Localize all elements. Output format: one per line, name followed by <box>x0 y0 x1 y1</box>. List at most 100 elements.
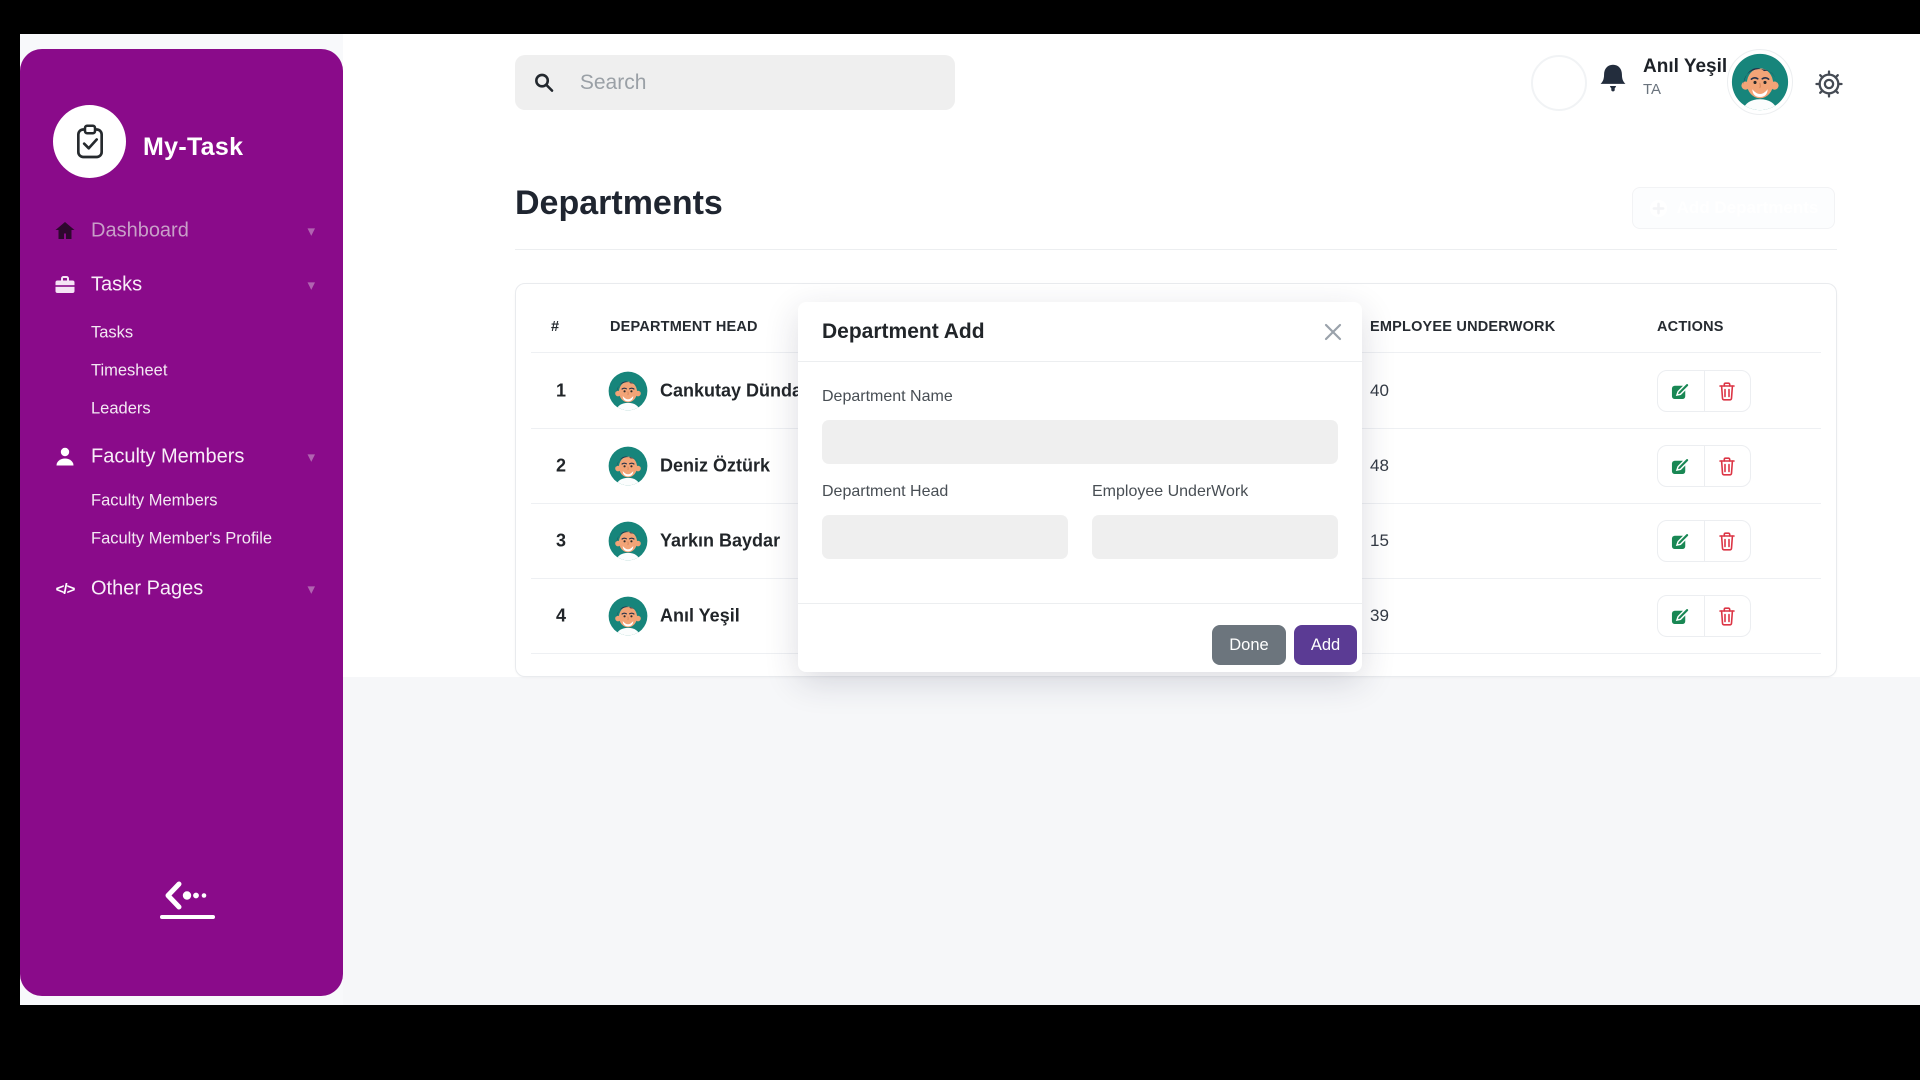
col-header-department-head: DEPARTMENT HEAD <box>610 319 758 335</box>
sidebar-collapse-button[interactable] <box>164 881 212 911</box>
edit-button[interactable] <box>1658 596 1704 636</box>
modal-close-button[interactable] <box>1320 319 1346 345</box>
search-icon <box>533 70 556 96</box>
modal-footer-divider <box>798 603 1362 604</box>
chevron-left-icon <box>164 881 212 911</box>
delete-button[interactable] <box>1704 521 1751 561</box>
row-index: 4 <box>556 605 566 626</box>
done-button[interactable]: Done <box>1212 625 1286 665</box>
person-icon <box>50 442 80 472</box>
trash-icon <box>1718 606 1736 626</box>
row-index: 3 <box>556 530 566 551</box>
add-departments-button[interactable]: Add Departments <box>1632 187 1835 229</box>
trash-icon <box>1718 456 1736 476</box>
employee-underwork-label: Employee UnderWork <box>1092 483 1248 501</box>
content-area-lower <box>343 677 1920 1005</box>
delete-button[interactable] <box>1704 371 1751 411</box>
sidebar-item-faculty-members[interactable]: Faculty Members ▾ <box>20 437 343 477</box>
chevron-down-icon: ▾ <box>307 448 315 466</box>
employee-underwork-value: 15 <box>1370 531 1389 551</box>
sidebar: My-Task Dashboard ▾ Tasks ▾ Tasks Timesh… <box>20 49 343 996</box>
sidebar-subitem-timesheet[interactable]: Timesheet <box>20 356 343 386</box>
sidebar-subitem-leaders[interactable]: Leaders <box>20 394 343 424</box>
notifications-button[interactable] <box>1596 61 1632 101</box>
app-logo[interactable] <box>53 105 126 178</box>
sidebar-item-label: Dashboard <box>91 220 189 243</box>
sidebar-item-label: Tasks <box>91 274 142 297</box>
clipboard-check-icon <box>70 122 110 162</box>
trash-icon <box>1718 531 1736 551</box>
department-head-input[interactable] <box>822 515 1068 559</box>
search-bar <box>515 55 955 110</box>
sidebar-subitem-tasks[interactable]: Tasks <box>20 318 343 348</box>
home-icon <box>50 216 80 246</box>
user-name: Anıl Yeşil <box>1643 56 1727 78</box>
delete-button[interactable] <box>1704 596 1751 636</box>
edit-icon <box>1671 381 1690 400</box>
close-icon <box>1322 321 1344 343</box>
chevron-down-icon: ▾ <box>307 580 315 598</box>
employee-underwork-input[interactable] <box>1092 515 1338 559</box>
page-title: Departments <box>515 184 723 223</box>
col-header-employee-underwork: EMPLOYEE UNDERWORK <box>1370 319 1555 335</box>
employee-underwork-value: 39 <box>1370 606 1389 626</box>
row-actions <box>1657 370 1751 412</box>
avatar-image <box>1731 53 1789 111</box>
trash-icon <box>1718 381 1736 401</box>
department-head-name: Cankutay Dünda <box>660 380 802 401</box>
chevron-down-icon: ▾ <box>307 276 315 294</box>
settings-button[interactable] <box>1813 68 1847 102</box>
sidebar-item-dashboard[interactable]: Dashboard ▾ <box>20 211 343 251</box>
row-index: 2 <box>556 455 566 476</box>
collapse-underline <box>160 915 215 919</box>
edit-button[interactable] <box>1658 371 1704 411</box>
sidebar-item-tasks[interactable]: Tasks ▾ <box>20 265 343 305</box>
sidebar-subitem-faculty-members-profile[interactable]: Faculty Member's Profile <box>20 524 343 554</box>
add-button[interactable]: Add <box>1294 625 1357 665</box>
avatar <box>608 371 648 411</box>
department-head-name: Anıl Yeşil <box>660 605 740 626</box>
brand-name: My-Task <box>143 133 243 162</box>
modal-header: Department Add <box>798 302 1362 362</box>
avatar <box>608 596 648 636</box>
modal-title: Department Add <box>822 320 985 344</box>
sidebar-subitem-faculty-members[interactable]: Faculty Members <box>20 486 343 516</box>
employee-underwork-value: 48 <box>1370 456 1389 476</box>
avatar <box>608 521 648 561</box>
avatar <box>608 446 648 486</box>
edit-icon <box>1671 531 1690 550</box>
delete-button[interactable] <box>1704 446 1751 486</box>
gear-icon <box>1813 68 1845 100</box>
department-add-modal: Department Add Department Name Departmen… <box>798 302 1362 672</box>
letterbox-bottom <box>0 1005 1920 1080</box>
edit-icon <box>1671 606 1690 625</box>
row-actions <box>1657 445 1751 487</box>
row-index: 1 <box>556 380 566 401</box>
sidebar-item-label: Other Pages <box>91 578 203 601</box>
department-head-name: Deniz Öztürk <box>660 455 770 476</box>
sidebar-item-other-pages[interactable]: </> Other Pages ▾ <box>20 569 343 609</box>
user-avatar[interactable] <box>1727 49 1793 115</box>
letterbox-top <box>0 0 1920 34</box>
col-header-actions: ACTIONS <box>1657 319 1724 335</box>
user-role: TA <box>1643 81 1661 98</box>
department-name-input[interactable] <box>822 420 1338 464</box>
employee-underwork-value: 40 <box>1370 381 1389 401</box>
row-actions <box>1657 520 1751 562</box>
edit-icon <box>1671 456 1690 475</box>
col-header-index: # <box>551 319 559 335</box>
letterbox-left <box>0 34 20 1005</box>
plus-circle-icon <box>1649 199 1668 218</box>
code-icon: </> <box>50 574 80 604</box>
sidebar-item-label: Faculty Members <box>91 446 244 469</box>
department-name-label: Department Name <box>822 388 953 406</box>
search-input[interactable] <box>578 70 937 96</box>
title-divider <box>515 249 1837 250</box>
edit-button[interactable] <box>1658 521 1704 561</box>
department-head-name: Yarkın Baydar <box>660 530 780 551</box>
edit-button[interactable] <box>1658 446 1704 486</box>
chevron-down-icon: ▾ <box>307 222 315 240</box>
bell-icon <box>1596 61 1630 99</box>
status-circle <box>1531 55 1587 111</box>
row-actions <box>1657 595 1751 637</box>
